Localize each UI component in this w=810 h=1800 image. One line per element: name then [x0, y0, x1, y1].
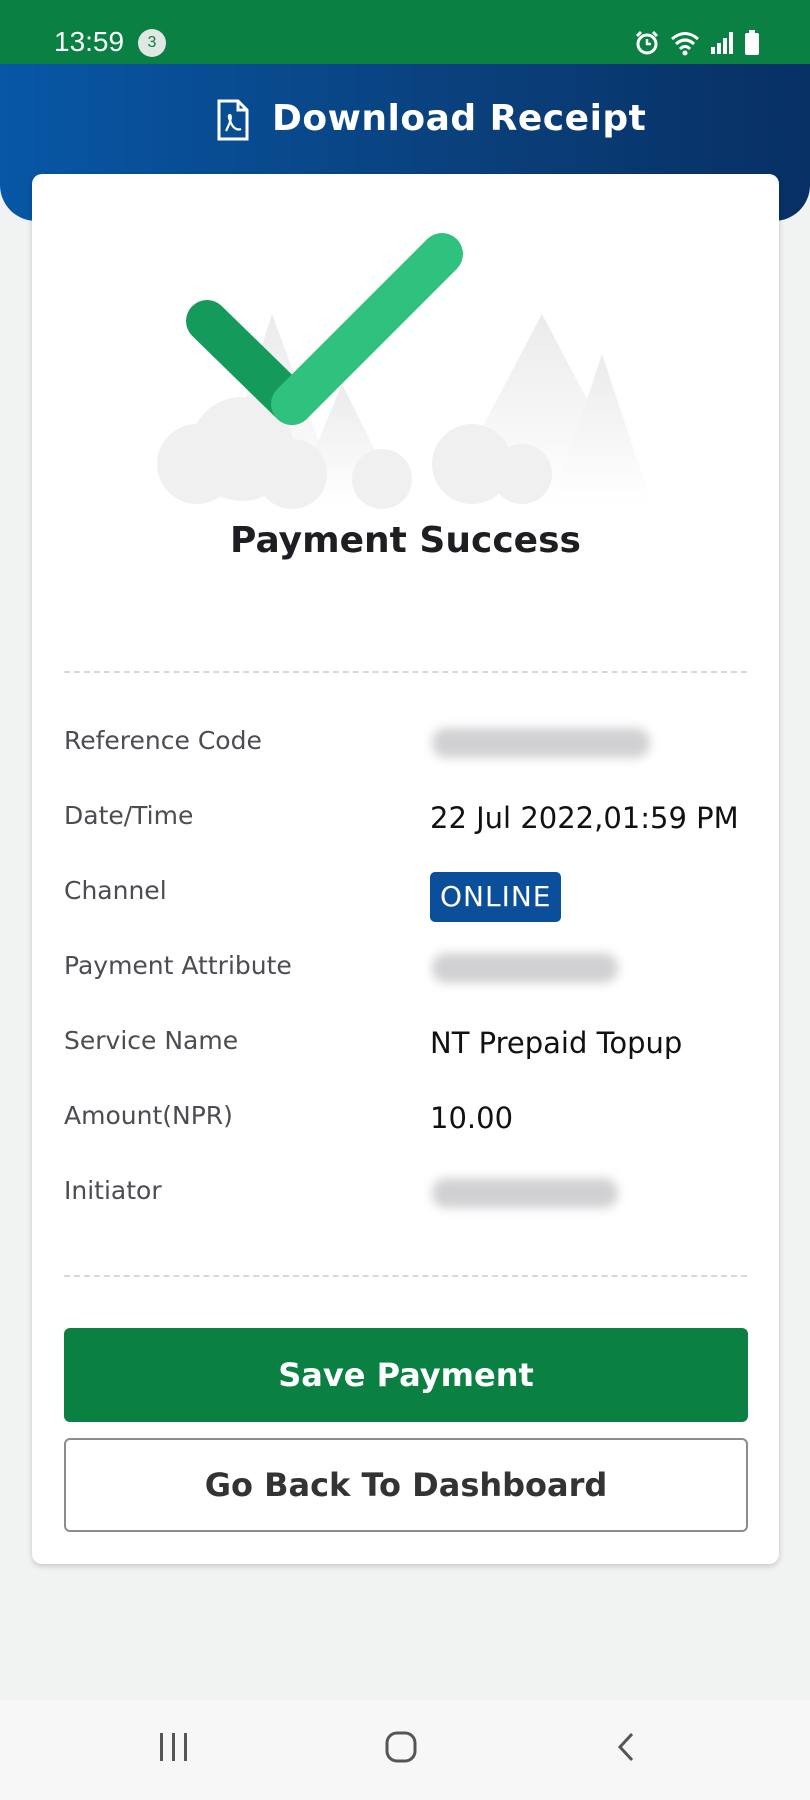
detail-row-initiator: Initiator	[64, 1172, 747, 1212]
wifi-icon	[671, 32, 699, 56]
back-icon[interactable]	[614, 1730, 638, 1764]
detail-row-payment-attribute: Payment Attribute	[64, 947, 747, 987]
status-icons	[634, 28, 760, 58]
status-bar: 13:59 3	[0, 0, 810, 64]
detail-row-amount: Amount(NPR) 10.00	[64, 1097, 747, 1137]
blurred-value	[432, 953, 618, 983]
row-value: 10.00	[430, 1101, 514, 1135]
save-payment-button[interactable]: Save Payment	[64, 1328, 748, 1422]
detail-row-service-name: Service Name NT Prepaid Topup	[64, 1022, 747, 1062]
row-label: Payment Attribute	[64, 951, 292, 980]
detail-row-date-time: Date/Time 22 Jul 2022,01:59 PM	[64, 797, 747, 837]
row-label: Reference Code	[64, 726, 262, 755]
channel-badge: ONLINE	[430, 872, 562, 922]
back-to-dashboard-button[interactable]: Go Back To Dashboard	[64, 1438, 748, 1532]
row-label: Initiator	[64, 1176, 162, 1205]
notification-count-badge: 3	[138, 29, 166, 57]
row-label: Date/Time	[64, 801, 194, 830]
row-label: Service Name	[64, 1026, 239, 1055]
receipt-card: Payment Success Reference Code Date/Time…	[32, 174, 779, 1564]
home-icon[interactable]	[384, 1730, 418, 1764]
detail-row-channel: Channel ONLINE	[64, 872, 747, 922]
payment-status-title: Payment Success	[230, 520, 581, 561]
divider-top	[64, 671, 747, 673]
detail-row-reference-code: Reference Code	[64, 722, 747, 762]
pdf-file-icon[interactable]	[216, 99, 250, 141]
system-nav-bar	[0, 1700, 810, 1800]
alarm-icon	[635, 30, 659, 55]
blurred-value	[432, 1178, 618, 1208]
row-value: NT Prepaid Topup	[430, 1026, 683, 1060]
row-value: 22 Jul 2022,01:59 PM	[430, 801, 739, 835]
success-check-illustration	[157, 233, 652, 509]
divider-bottom	[64, 1275, 747, 1277]
blurred-value	[432, 728, 650, 758]
row-label: Channel	[64, 876, 167, 905]
battery-icon	[745, 30, 759, 55]
check-mark	[186, 233, 463, 425]
recent-apps-icon[interactable]	[158, 1730, 190, 1764]
status-time: 13:59	[54, 26, 125, 57]
row-label: Amount(NPR)	[64, 1101, 233, 1130]
signal-icon	[711, 32, 733, 54]
header-title: Download Receipt	[272, 98, 647, 139]
